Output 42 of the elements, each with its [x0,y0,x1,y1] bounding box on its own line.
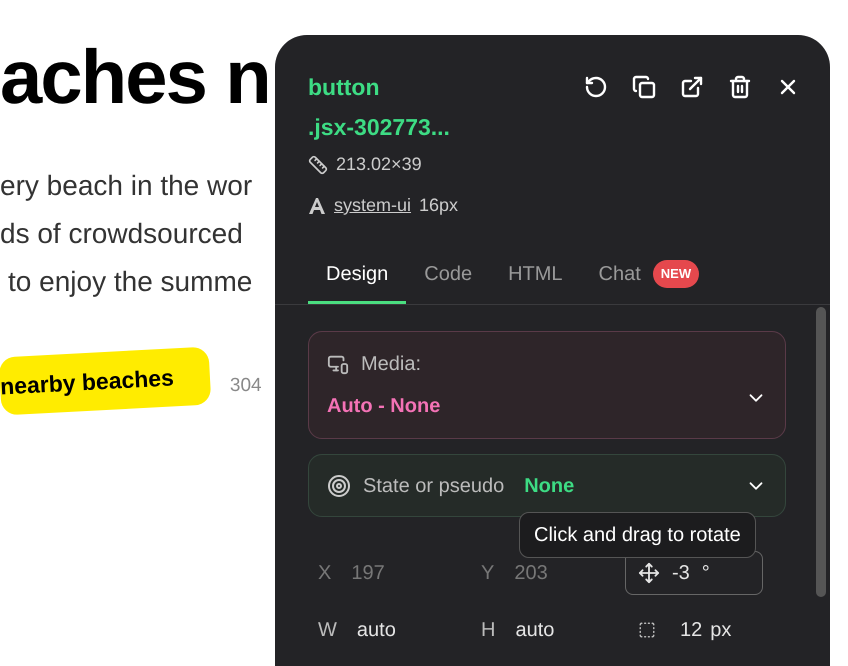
font-family-link[interactable]: system-ui [334,192,412,219]
media-dropdown[interactable]: Media: Auto - None [308,331,786,439]
tooltip: Click and drag to rotate [519,512,756,558]
move-cursor-icon [638,562,660,584]
devices-icon [327,353,349,375]
scrollbar[interactable] [816,307,826,597]
class-name: .jsx-302773... [308,113,451,141]
property-label: W [318,618,337,643]
corner-radius-icon [638,621,656,639]
font-icon [308,196,326,214]
state-dropdown[interactable]: State or pseudo None [308,454,786,517]
property-value[interactable]: auto [515,615,554,645]
new-badge: NEW [652,260,700,288]
property-label: H [481,618,496,643]
state-label: State or pseudo [363,474,504,498]
target-icon [327,474,351,498]
unit-label: px [710,618,732,643]
page-heading: aches n [0,40,270,116]
paragraph-line: ds of crowdsourced [0,217,243,251]
size-label: 213.02×39 [336,153,422,176]
ruler-icon [308,154,328,174]
nearby-beaches-button[interactable]: nearby beaches [0,346,212,416]
media-value: Auto - None [327,394,440,419]
property-label: Y [481,561,494,586]
panel-tab[interactable]: Chat NEW [580,259,718,304]
font-size-label: 16px [419,194,458,217]
element-name: button [308,73,381,101]
copy-icon[interactable] [632,75,656,99]
panel-tab[interactable]: HTML [490,259,581,304]
media-label: Media: [361,352,422,377]
radius-value[interactable]: 12 [680,615,702,645]
trash-icon[interactable] [728,75,752,99]
undo-icon[interactable] [584,75,608,99]
panel-tab[interactable]: Design [308,259,406,304]
panel-tab[interactable]: Code [406,259,490,304]
paragraph-line: ery beach in the wor [0,169,252,203]
state-value: None [524,474,574,498]
count-label: 304 [230,374,262,398]
paragraph-line: to enjoy the summe [7,265,252,299]
external-link-icon[interactable] [680,75,704,99]
property-value[interactable]: auto [356,615,396,645]
property-label: X [318,561,332,586]
